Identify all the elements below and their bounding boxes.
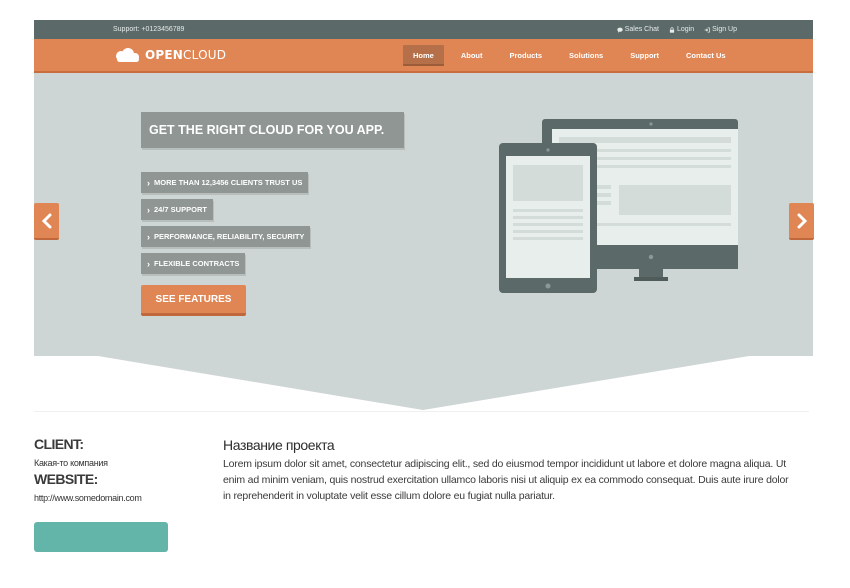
hero-slider: GET THE RIGHT CLOUD FOR YOU APP. › MORE … [34,73,814,411]
sign-up-link[interactable]: Sign Up [704,26,737,33]
nav-menu: Home About Products Solutions Support Co… [403,45,743,66]
feature-item: › 24/7 SUPPORT [141,199,213,220]
main-nav: OPENCLOUD Home About Products Solutions … [34,39,813,73]
sales-chat-link[interactable]: Sales Chat [617,26,659,33]
hero-headline: GET THE RIGHT CLOUD FOR YOU APP. [141,112,404,148]
feature-label: PERFORMANCE, RELIABILITY, SECURITY [154,232,305,241]
feature-item: › FLEXIBLE CONTRACTS [141,253,246,274]
login-label: Login [676,26,695,33]
brand-logo[interactable]: OPENCLOUD [112,48,226,62]
project-info: Название проекта Lorem ipsum dolor sit a… [223,437,798,504]
slider-next-button[interactable] [789,203,814,240]
chevron-right-icon [797,213,807,228]
chevron-right-icon: › [147,231,150,242]
client-label: CLIENT: [34,436,84,452]
feature-label: MORE THAN 12,3456 CLIENTS TRUST US [154,178,303,187]
project-description: Lorem ipsum dolor sit amet, consectetur … [223,458,789,502]
nav-products[interactable]: Products [500,45,553,66]
chat-icon [617,27,623,33]
sign-up-label: Sign Up [712,26,737,33]
nav-support[interactable]: Support [620,45,669,66]
feature-label: FLEXIBLE CONTRACTS [154,259,240,268]
website-label: WEBSITE: [34,471,98,487]
see-features-button[interactable]: SEE FEATURES [141,285,246,316]
slider-prev-button[interactable] [34,203,59,240]
chevron-right-icon: › [147,258,150,269]
nav-home[interactable]: Home [403,45,444,66]
project-title: Название проекта [223,437,335,453]
chevron-right-icon: › [147,204,150,215]
website-mockup: Support: +0123456789 Sales Chat Login Si… [34,20,814,411]
feature-item: › PERFORMANCE, RELIABILITY, SECURITY [141,226,311,247]
client-value: Какая-то компания [34,458,108,468]
top-links: Sales Chat Login Sign Up [617,26,737,33]
section-divider [34,411,809,412]
feature-label: 24/7 SUPPORT [154,205,207,214]
lock-icon [669,26,675,33]
teal-button[interactable] [34,522,168,552]
nav-contact-us[interactable]: Contact Us [676,45,736,66]
top-bar: Support: +0123456789 Sales Chat Login Si… [34,20,813,39]
brand-name: OPENCLOUD [145,48,227,62]
support-phone: Support: +0123456789 [113,26,185,33]
login-link[interactable]: Login [669,26,694,33]
devices-illustration [499,119,738,293]
website-value[interactable]: http://www.somedomain.com [34,493,184,503]
sales-chat-label: Sales Chat [624,26,659,33]
chevron-left-icon [41,213,51,228]
nav-about[interactable]: About [451,45,493,66]
cloud-icon [116,48,139,62]
feature-item: › MORE THAN 12,3456 CLIENTS TRUST US [141,172,309,193]
project-meta: CLIENT: Какая-то компания WEBSITE: http:… [34,436,184,503]
nav-solutions[interactable]: Solutions [559,45,613,66]
chevron-right-icon: › [147,177,150,188]
sign-in-icon [704,27,710,32]
